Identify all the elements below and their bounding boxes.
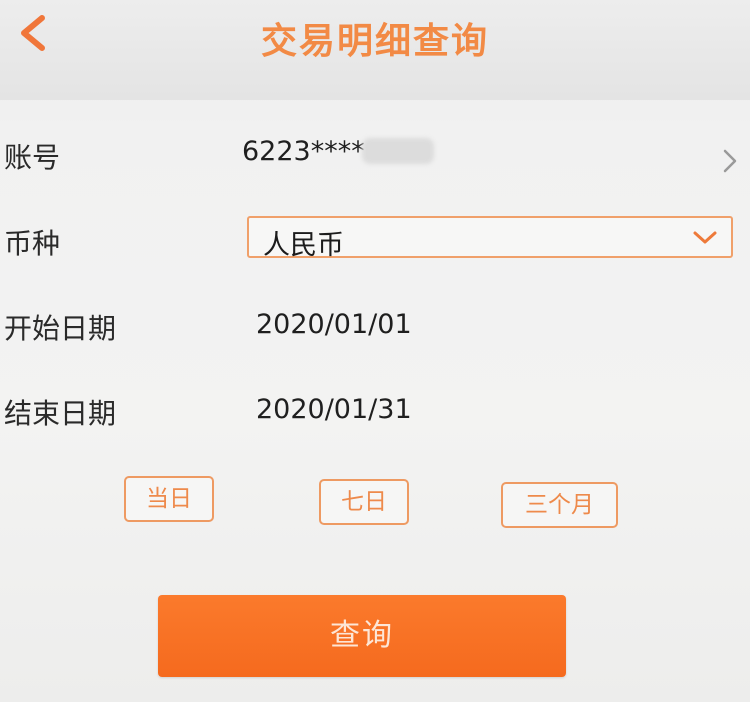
account-mask-blur [362, 138, 434, 164]
end-date-value[interactable]: 2020/01/31 [256, 394, 412, 425]
page-title: 交易明细查询 [260, 21, 489, 62]
start-date-value[interactable]: 2020/01/01 [256, 309, 412, 340]
start-date-label: 开始日期 [4, 312, 117, 345]
query-button[interactable]: 查询 [158, 595, 566, 677]
currency-selected-value: 人民币 [263, 230, 344, 261]
today-button[interactable]: 当日 [124, 476, 214, 522]
end-date-label: 结束日期 [4, 397, 117, 430]
chevron-down-icon [691, 228, 719, 248]
account-number: 6223**** [242, 136, 365, 167]
seven-days-button[interactable]: 七日 [319, 479, 409, 525]
currency-label: 币种 [4, 227, 61, 260]
three-months-button[interactable]: 三个月 [501, 482, 618, 528]
chevron-right-icon[interactable] [720, 146, 740, 176]
header-bar: 交易明细查询 [0, 0, 750, 100]
account-label: 账号 [4, 141, 61, 174]
screen: 交易明细查询 账号 6223**** 币种 人民币 开始日期 2020/01/0… [0, 0, 750, 702]
currency-select[interactable]: 人民币 [247, 216, 733, 261]
